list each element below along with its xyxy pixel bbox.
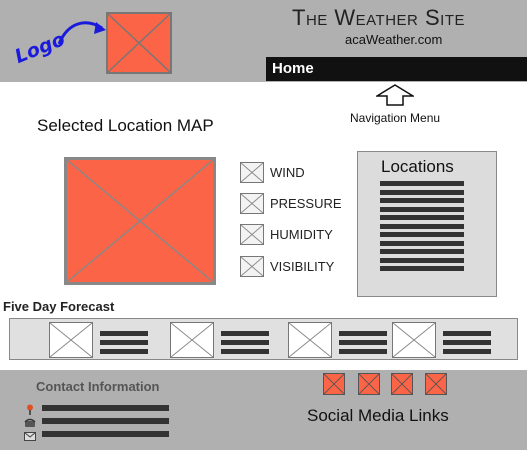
contact-line [42, 418, 169, 424]
forecast-text-line [339, 340, 387, 345]
condition-item: WIND [240, 162, 350, 184]
forecast-text-line [443, 340, 491, 345]
condition-item: VISIBILITY [240, 256, 350, 278]
checkbox-icon[interactable] [240, 256, 264, 277]
humidity-label: HUMIDITY [270, 227, 333, 242]
forecast-day[interactable] [170, 322, 270, 358]
mail-icon [24, 432, 36, 441]
contact-line [42, 431, 169, 437]
list-item[interactable] [380, 240, 464, 246]
locations-title: Locations [381, 157, 454, 176]
site-subtitle: acaWeather.com [345, 32, 443, 47]
navigation-menu-annotation: Navigation Menu [350, 111, 441, 125]
contact-title: Contact Information [36, 379, 160, 394]
list-item[interactable] [380, 232, 464, 237]
social-icon[interactable] [358, 373, 380, 395]
image-placeholder-icon [49, 322, 93, 358]
forecast-day[interactable] [288, 322, 388, 358]
checkbox-icon[interactable] [240, 162, 264, 183]
map-placeholder-icon[interactable] [64, 157, 216, 285]
forecast-text-line [339, 349, 387, 354]
list-item[interactable] [380, 257, 464, 263]
phone-icon [24, 418, 36, 427]
social-icon[interactable] [425, 373, 447, 395]
list-item[interactable] [380, 223, 464, 229]
nav-item-home[interactable]: Home [272, 60, 314, 77]
image-placeholder-icon [288, 322, 332, 358]
list-item[interactable] [380, 206, 464, 212]
contact-line [42, 405, 169, 411]
image-placeholder-icon [392, 322, 436, 358]
checkbox-icon[interactable] [240, 224, 264, 245]
list-item[interactable] [380, 249, 464, 254]
map-title: Selected Location MAP [37, 116, 214, 135]
forecast-text-line [100, 331, 148, 336]
condition-item: HUMIDITY [240, 224, 350, 246]
arrow-icon [57, 21, 106, 45]
forecast-text-line [100, 349, 148, 354]
list-item[interactable] [380, 181, 464, 186]
list-item[interactable] [380, 189, 464, 195]
wind-label: WIND [270, 165, 305, 180]
logo-placeholder-icon[interactable] [106, 12, 172, 74]
forecast-title: Five Day Forecast [3, 299, 115, 314]
forecast-text-line [339, 331, 387, 336]
locations-list [380, 181, 464, 271]
forecast-text-line [443, 331, 491, 336]
forecast-text-line [221, 340, 269, 345]
forecast-text-line [221, 349, 269, 354]
list-item[interactable] [380, 198, 464, 203]
forecast-day[interactable] [392, 322, 492, 358]
social-icon[interactable] [391, 373, 413, 395]
site-title: The Weather Site [292, 5, 466, 30]
list-item[interactable] [380, 266, 464, 271]
social-media-label: Social Media Links [307, 406, 449, 425]
forecast-day[interactable] [49, 322, 149, 358]
forecast-text-line [443, 349, 491, 354]
forecast-text-line [221, 331, 269, 336]
image-placeholder-icon [170, 322, 214, 358]
social-icon[interactable] [323, 373, 345, 395]
forecast-text-line [100, 340, 148, 345]
list-item[interactable] [380, 215, 464, 220]
location-pin-icon [27, 404, 33, 415]
pressure-label: PRESSURE [270, 196, 342, 211]
checkbox-icon[interactable] [240, 193, 264, 214]
visibility-label: VISIBILITY [270, 259, 335, 274]
condition-item: PRESSURE [240, 193, 350, 215]
up-arrow-icon [376, 84, 414, 106]
